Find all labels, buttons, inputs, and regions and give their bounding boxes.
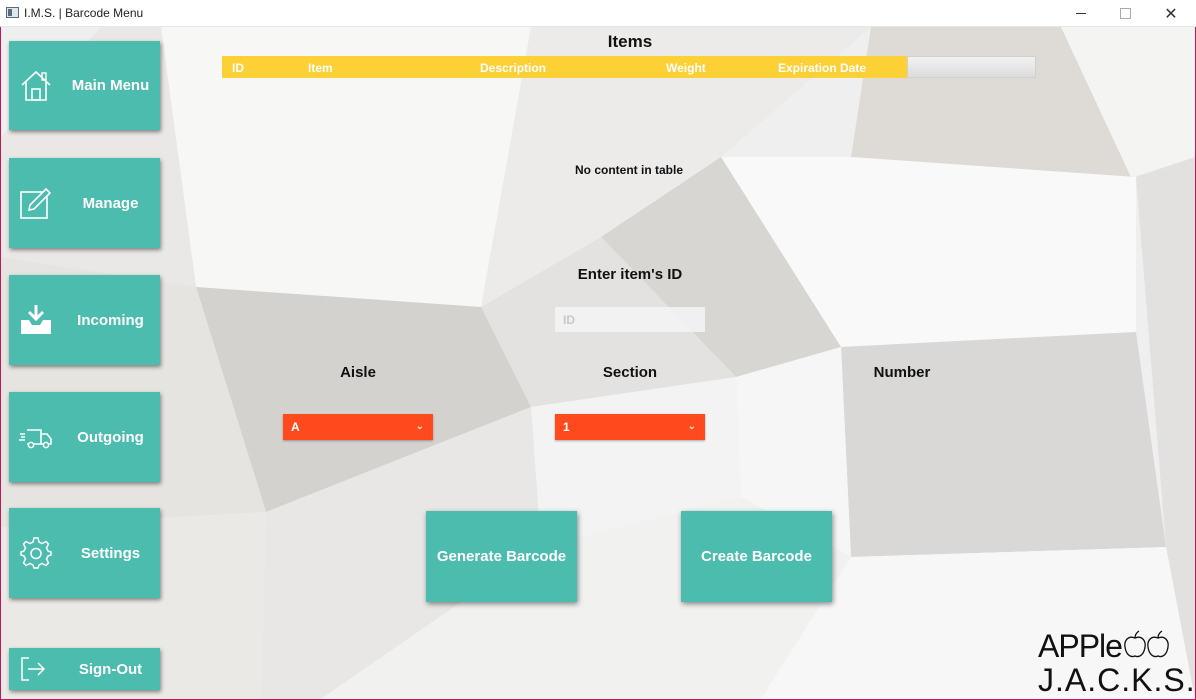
logo-line-2: J.A.C.K.S. xyxy=(1038,662,1196,698)
sidebar-item-outgoing[interactable]: Outgoing xyxy=(9,392,160,482)
sidebar-item-incoming[interactable]: Incoming xyxy=(9,275,160,365)
create-barcode-button[interactable]: Create Barcode xyxy=(681,511,832,602)
aisle-label: Aisle xyxy=(340,364,376,381)
generate-barcode-button[interactable]: Generate Barcode xyxy=(426,511,577,602)
sign-out-icon xyxy=(21,657,46,681)
sidebar-item-settings[interactable]: Settings xyxy=(9,508,160,598)
logo-line-1: APPle xyxy=(1038,628,1172,665)
column-header-id[interactable]: ID xyxy=(232,61,244,75)
aisle-selected-value: A xyxy=(291,420,300,434)
minimize-button[interactable] xyxy=(1058,0,1104,27)
table-header-filler xyxy=(907,56,1036,78)
sidebar-item-label: Sign-Out xyxy=(78,660,143,678)
sidebar-item-label: Incoming xyxy=(77,311,144,329)
item-id-input[interactable] xyxy=(555,307,705,332)
maximize-icon xyxy=(1119,8,1131,19)
section-dropdown[interactable]: 1 ⌄ xyxy=(555,414,705,440)
minimize-icon xyxy=(1076,13,1086,14)
logo-text: APPle xyxy=(1038,628,1123,664)
gear-icon xyxy=(20,537,52,569)
items-table-header: ID Item Description Weight Expiration Da… xyxy=(222,56,907,78)
maximize-button[interactable] xyxy=(1102,0,1148,27)
window-border xyxy=(0,27,1,700)
title-bar: I.M.S. | Barcode Menu ✕ xyxy=(0,0,1196,27)
home-icon xyxy=(21,70,51,101)
sidebar-item-label: Main Menu xyxy=(71,77,150,94)
column-header-expiration-date[interactable]: Expiration Date xyxy=(778,61,866,75)
sidebar-item-sign-out[interactable]: Sign-Out xyxy=(9,648,160,690)
close-icon: ✕ xyxy=(1164,5,1178,23)
window-title: I.M.S. | Barcode Menu xyxy=(24,6,144,20)
column-header-weight[interactable]: Weight xyxy=(666,61,706,75)
edit-icon xyxy=(20,187,52,219)
section-selected-value: 1 xyxy=(563,420,570,434)
number-label: Number xyxy=(873,364,931,381)
sidebar-item-label: Manage xyxy=(82,194,139,212)
aisle-dropdown[interactable]: A ⌄ xyxy=(283,414,433,440)
close-button[interactable]: ✕ xyxy=(1148,0,1194,27)
sidebar-item-main-menu[interactable]: Main Menu xyxy=(9,41,160,130)
sidebar-item-manage[interactable]: Manage xyxy=(9,158,160,248)
column-header-description[interactable]: Description xyxy=(480,61,546,75)
items-table-title: Items xyxy=(607,32,653,51)
chevron-down-icon: ⌄ xyxy=(687,421,696,432)
apple-logo-icon xyxy=(1124,630,1169,658)
section-label: Section xyxy=(602,364,658,381)
id-entry-label: Enter item's ID xyxy=(577,266,683,283)
app-window-icon xyxy=(6,7,19,18)
table-empty-message: No content in table xyxy=(575,163,683,177)
column-header-item[interactable]: Item xyxy=(308,61,333,75)
inbox-download-icon xyxy=(21,305,51,334)
delivery-truck-icon xyxy=(19,429,52,449)
chevron-down-icon: ⌄ xyxy=(415,421,424,432)
sidebar-item-label: Settings xyxy=(80,544,141,562)
sidebar-item-label: Outgoing xyxy=(77,428,144,446)
